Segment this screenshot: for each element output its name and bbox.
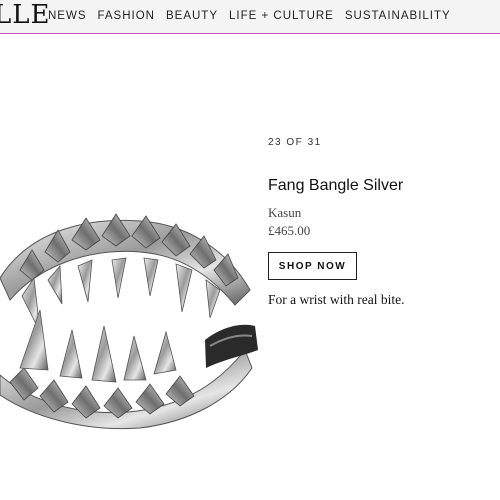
gallery-counter: 23 OF 31	[268, 137, 322, 148]
nav-item-sustainability[interactable]: SUSTAINABILITY	[345, 10, 451, 22]
product-image	[0, 213, 258, 430]
product-tagline: For a wrist with real bite.	[268, 292, 405, 307]
nav-item-beauty[interactable]: BEAUTY	[166, 10, 218, 22]
site-header: LLE NEWS FASHION BEAUTY LIFE + CULTURE S…	[0, 0, 500, 34]
main-nav: NEWS FASHION BEAUTY LIFE + CULTURE SUSTA…	[48, 10, 462, 22]
nav-item-life-culture[interactable]: LIFE + CULTURE	[229, 10, 334, 22]
shop-now-button[interactable]: SHOP NOW	[268, 252, 357, 280]
product-price: £465.00	[268, 223, 311, 238]
nav-item-fashion[interactable]: FASHION	[98, 10, 155, 22]
nav-item-news[interactable]: NEWS	[48, 10, 87, 22]
product-title: Fang Bangle Silver	[268, 177, 404, 194]
site-logo[interactable]: LLE	[0, 1, 51, 29]
product-brand: Kasun	[268, 205, 302, 220]
